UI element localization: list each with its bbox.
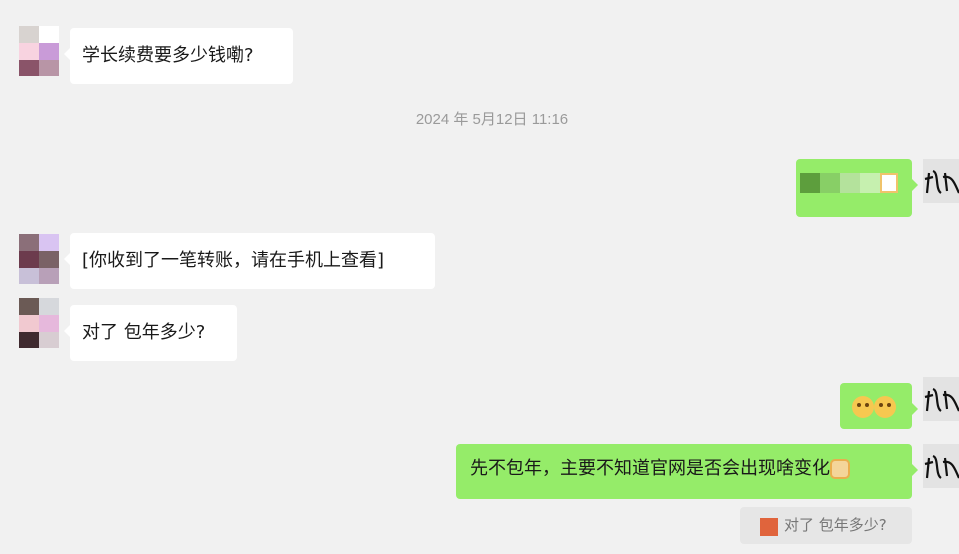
message-text: 先不包年，主要不知道官网是否会出现啥变化 [470, 458, 830, 479]
message-timestamp: 2024 年 5月12日 11:16 [415, 111, 569, 128]
message-text: 对了 包年多少? [82, 322, 206, 343]
quoted-text: 对了 包年多少? [784, 516, 887, 534]
contact-avatar[interactable] [19, 26, 59, 76]
my-avatar[interactable] [923, 159, 959, 203]
transfer-notice-bubble[interactable]: [你收到了一笔转账，请在手机上查看] [64, 233, 435, 289]
incoming-message-bubble[interactable]: 对了 包年多少? [64, 305, 237, 361]
outgoing-image-bubble[interactable] [796, 159, 918, 217]
dog-emoji-icon [830, 459, 850, 479]
quoted-avatar-thumbnail [760, 518, 778, 536]
666-emoji-icon [852, 396, 874, 418]
message-text: [你收到了一笔转账，请在手机上查看] [82, 250, 385, 271]
outgoing-emoji-bubble[interactable] [840, 383, 918, 429]
quoted-message[interactable]: 对了 包年多少? [740, 507, 912, 544]
my-avatar[interactable] [923, 377, 959, 421]
outgoing-message-bubble[interactable]: 先不包年，主要不知道官网是否会出现啥变化 [456, 444, 918, 499]
blurred-image [800, 171, 912, 195]
incoming-message-bubble[interactable]: 学长续费要多少钱嘞? [64, 28, 293, 84]
666-emoji-icon [874, 396, 896, 418]
my-avatar[interactable] [923, 444, 959, 488]
contact-avatar[interactable] [19, 234, 59, 284]
message-text: 学长续费要多少钱嘞? [82, 45, 254, 66]
contact-avatar[interactable] [19, 298, 59, 348]
